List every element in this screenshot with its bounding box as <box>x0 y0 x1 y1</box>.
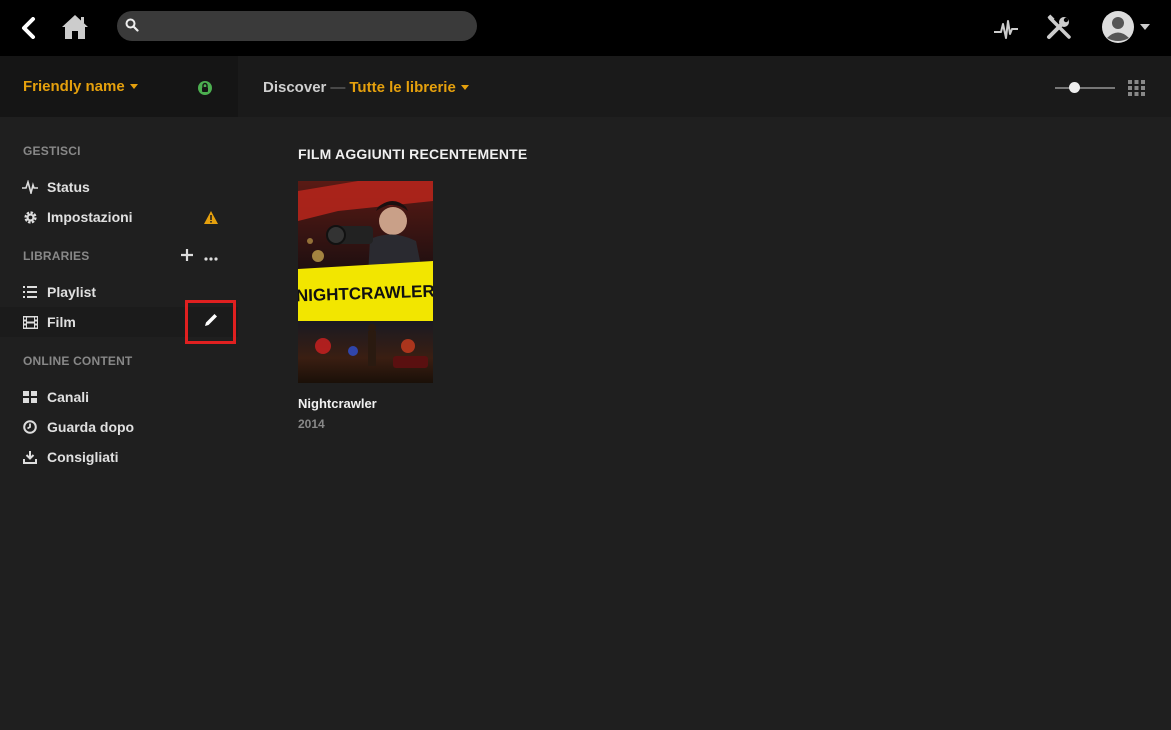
add-library-icon[interactable] <box>180 248 194 267</box>
grid-view-icon[interactable] <box>1128 80 1145 101</box>
movie-title[interactable]: Nightcrawler <box>298 396 377 411</box>
activity-icon <box>22 179 38 195</box>
clock-icon <box>22 419 38 435</box>
main-header: Discover — Tutte le librerie <box>238 56 1171 117</box>
film-icon <box>22 314 38 330</box>
library-selector[interactable]: Tutte le librerie <box>349 79 469 96</box>
gear-icon <box>22 209 38 225</box>
section-title-manage: GESTISCI <box>23 144 81 158</box>
section-title-online-content: ONLINE CONTENT <box>23 354 133 368</box>
more-options-icon[interactable] <box>204 249 218 267</box>
top-bar <box>0 0 1171 56</box>
sidebar-item-label: Film <box>47 314 76 330</box>
warning-icon <box>204 211 218 229</box>
sidebar-item-label: Canali <box>47 389 90 405</box>
search-bar[interactable] <box>117 11 477 43</box>
user-avatar-icon[interactable] <box>1100 10 1156 44</box>
back-arrow-icon[interactable] <box>14 14 42 42</box>
movie-poster[interactable]: NIGHTCRAWLER <box>298 181 433 383</box>
sidebar-item-label: Status <box>47 179 90 195</box>
pencil-icon <box>203 312 219 333</box>
activity-icon[interactable] <box>992 16 1020 42</box>
tools-icon[interactable] <box>1045 13 1073 41</box>
slider-knob[interactable] <box>1069 82 1080 93</box>
section-title-libraries: LIBRARIES <box>23 249 90 263</box>
search-input[interactable] <box>143 11 467 43</box>
breadcrumb: Discover — Tutte le librerie <box>263 79 469 96</box>
sidebar-item-label: Playlist <box>47 284 97 300</box>
section-heading: FILM AGGIUNTI RECENTEMENTE <box>298 146 528 162</box>
search-icon <box>125 18 139 37</box>
sidebar-item-impostazioni[interactable]: Impostazioni <box>0 202 238 232</box>
sidebar-item-status[interactable]: Status <box>0 172 238 202</box>
breadcrumb-discover[interactable]: Discover <box>263 79 326 96</box>
lock-icon <box>197 80 213 101</box>
breadcrumb-separator: — <box>330 79 346 96</box>
grid-icon <box>22 389 38 405</box>
edit-library-button[interactable] <box>185 300 236 344</box>
movie-year: 2014 <box>298 417 325 431</box>
list-icon <box>22 284 38 300</box>
sidebar-item-label: Consigliati <box>47 449 119 465</box>
server-selector[interactable]: Friendly name <box>23 78 138 95</box>
sidebar-item-label: Impostazioni <box>47 209 133 225</box>
library-selector-label: Tutte le librerie <box>349 79 456 96</box>
chevron-down-icon <box>129 83 138 89</box>
sidebar-item-canali[interactable]: Canali <box>0 382 238 412</box>
sidebar-item-consigliati[interactable]: Consigliati <box>0 442 238 472</box>
chevron-down-icon <box>460 84 469 90</box>
home-icon[interactable] <box>60 12 90 42</box>
sidebar-item-label: Guarda dopo <box>47 419 135 435</box>
poster-size-slider[interactable] <box>1055 82 1115 93</box>
sidebar: Friendly name GESTISCI Status Impostazio… <box>0 56 238 730</box>
server-name: Friendly name <box>23 78 125 95</box>
download-icon <box>22 449 38 465</box>
server-selector-bar: Friendly name <box>0 56 238 117</box>
sidebar-item-guarda-dopo[interactable]: Guarda dopo <box>0 412 238 442</box>
